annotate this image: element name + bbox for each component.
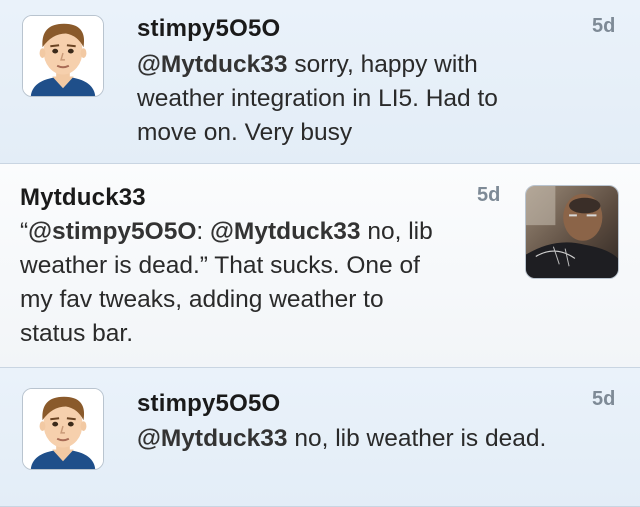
tweet-text-line: status bar. [20, 320, 134, 347]
avatar[interactable] [22, 388, 104, 470]
tweet-text-line: my fav tweaks, adding weather to [20, 286, 384, 313]
avatar[interactable] [22, 15, 104, 97]
mention-link[interactable]: @Mytduck33 [210, 218, 361, 245]
tweet-item[interactable]: stimpy5O5O 5d @Mytduck33 no, lib weather… [0, 368, 640, 507]
tweet-item[interactable]: stimpy5O5O 5d @Mytduck33 sorry, happy wi… [0, 0, 640, 164]
tweet-text-line: move on. Very busy [137, 119, 353, 146]
tweet-text-line: no, lib weather is dead. [287, 425, 547, 452]
mention-link[interactable]: @stimpy5O5O [28, 218, 196, 245]
tweet-text: “@stimpy5O5O: @Mytduck33 no, lib weather… [20, 215, 515, 351]
tweet-text: @Mytduck33 no, lib weather is dead. [137, 422, 617, 456]
tweet-text-line: weather integration in LI5. Had to [137, 85, 498, 112]
tweet-text-line: weather is dead.” That sucks. One of [20, 252, 420, 279]
avatar[interactable] [525, 185, 619, 279]
tweet-username[interactable]: stimpy5O5O [137, 15, 280, 43]
tweet-timestamp: 5d [592, 15, 616, 37]
tweet-timestamp: 5d [592, 388, 616, 410]
tweet-text-line: no, lib [360, 218, 433, 245]
mention-link[interactable]: @Mytduck33 [137, 51, 288, 78]
tweet-text-line: sorry, happy with [287, 51, 478, 78]
cartoon-avatar-icon [23, 389, 103, 469]
tweet-text: @Mytduck33 sorry, happy with weather int… [137, 48, 617, 150]
quote-mark: “ [20, 218, 29, 245]
tweet-text-separator: : [196, 218, 211, 245]
photo-avatar-icon [526, 186, 618, 278]
mention-link[interactable]: @Mytduck33 [137, 425, 288, 452]
tweet-username[interactable]: stimpy5O5O [137, 390, 280, 418]
cartoon-avatar-icon [23, 16, 103, 96]
tweet-feed: stimpy5O5O 5d @Mytduck33 sorry, happy wi… [0, 0, 640, 507]
tweet-timestamp: 5d [477, 184, 501, 206]
tweet-username[interactable]: Mytduck33 [20, 184, 146, 212]
tweet-item[interactable]: Mytduck33 5d “@stimpy5O5O: @Mytduck33 no… [0, 164, 640, 368]
